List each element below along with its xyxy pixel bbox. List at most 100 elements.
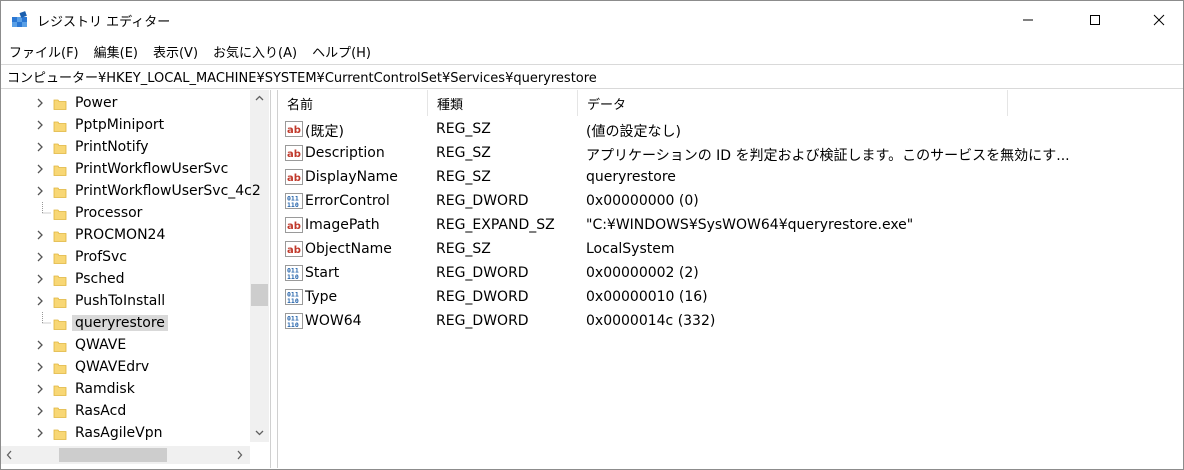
tree-item-label[interactable]: ProfSvc bbox=[75, 249, 127, 265]
expand-chevron-icon[interactable] bbox=[35, 163, 45, 175]
tree-vertical-scrollbar[interactable] bbox=[250, 90, 269, 442]
tree-item-label[interactable]: PROCMON24 bbox=[75, 227, 165, 243]
value-name: (既定) bbox=[305, 124, 344, 140]
value-data: 0x00000000 (0) bbox=[586, 193, 699, 209]
svg-text:110: 110 bbox=[287, 297, 299, 305]
expand-chevron-icon[interactable] bbox=[35, 229, 45, 241]
binary-value-icon: 011 110 bbox=[285, 264, 303, 282]
svg-text:ab: ab bbox=[287, 149, 301, 160]
tree-item[interactable]: RasAcd bbox=[1, 400, 251, 422]
menu-file[interactable]: ファイル(F) bbox=[9, 42, 79, 61]
tree-item-label[interactable]: Psched bbox=[75, 271, 125, 287]
value-row[interactable]: ab DisplayName REG_SZ queryrestore bbox=[278, 165, 1183, 189]
tree-item-label[interactable]: QWAVEdrv bbox=[75, 359, 149, 375]
tree-item[interactable]: RasAgileVpn bbox=[1, 422, 251, 444]
expand-chevron-icon[interactable] bbox=[35, 119, 45, 131]
tree-item[interactable]: Processor bbox=[1, 202, 251, 224]
tree-item[interactable]: PrintWorkflowUserSvc_4c2 bbox=[1, 180, 261, 202]
tree-item-label[interactable]: Power bbox=[75, 95, 117, 111]
value-row[interactable]: 011 110 ErrorControl REG_DWORD 0x00000000 (0… bbox=[278, 189, 1183, 213]
value-row[interactable]: 011 110 Start REG_DWORD 0x00000002 (2) bbox=[278, 261, 1183, 285]
value-row[interactable]: ab Description REG_SZ アプリケーションの ID を判定および検証… bbox=[278, 141, 1183, 165]
tree-item[interactable]: ProfSvc bbox=[1, 246, 251, 268]
tree-item[interactable]: PrintWorkflowUserSvc bbox=[1, 158, 251, 180]
column-header-name[interactable]: 名前 bbox=[278, 90, 428, 116]
address-path[interactable]: コンピューター¥HKEY_LOCAL_MACHINE¥SYSTEM¥Curren… bbox=[7, 67, 597, 86]
title-bar[interactable]: レジストリ エディター bbox=[1, 1, 1183, 39]
menu-favorites[interactable]: お気に入り(A) bbox=[213, 42, 297, 61]
tree-connector-line bbox=[42, 202, 51, 224]
tree-item-label[interactable]: Processor bbox=[75, 205, 142, 221]
scroll-right-icon[interactable] bbox=[231, 446, 248, 464]
folder-icon bbox=[53, 185, 67, 199]
tree-item-label[interactable]: PrintWorkflowUserSvc_4c2 bbox=[75, 183, 261, 199]
tree-item-label[interactable]: PrintNotify bbox=[75, 139, 149, 155]
expand-chevron-icon[interactable] bbox=[35, 185, 45, 197]
tree-item[interactable]: Psched bbox=[1, 268, 251, 290]
svg-text:ab: ab bbox=[287, 245, 301, 256]
expand-chevron-icon[interactable] bbox=[35, 427, 45, 439]
maximize-button[interactable] bbox=[1072, 1, 1118, 39]
tree-item-label[interactable]: queryrestore bbox=[72, 315, 168, 331]
expand-chevron-icon[interactable] bbox=[35, 361, 45, 373]
minimize-button[interactable] bbox=[1005, 1, 1051, 39]
value-row[interactable]: ab (既定) REG_SZ (値の設定なし) bbox=[278, 117, 1183, 141]
expand-chevron-icon[interactable] bbox=[35, 383, 45, 395]
column-header-type[interactable]: 種類 bbox=[428, 90, 578, 116]
expand-chevron-icon[interactable] bbox=[35, 339, 45, 351]
tree-connector-line bbox=[42, 312, 51, 334]
scroll-left-icon[interactable] bbox=[1, 446, 18, 464]
value-row[interactable]: 011 110 Type REG_DWORD 0x00000010 (16) bbox=[278, 285, 1183, 309]
tree-item[interactable]: PptpMiniport bbox=[1, 114, 251, 136]
address-bar[interactable]: コンピューター¥HKEY_LOCAL_MACHINE¥SYSTEM¥Curren… bbox=[1, 64, 1183, 89]
folder-icon bbox=[53, 405, 67, 419]
value-row[interactable]: ab ImagePath REG_EXPAND_SZ "C:¥WINDOWS¥SysW… bbox=[278, 213, 1183, 237]
menu-edit[interactable]: 編集(E) bbox=[94, 42, 138, 61]
expand-chevron-icon[interactable] bbox=[35, 251, 45, 263]
scroll-down-icon[interactable] bbox=[250, 425, 269, 442]
svg-text:110: 110 bbox=[287, 321, 299, 329]
tree-item[interactable]: queryrestore bbox=[1, 312, 251, 334]
tree-item-label[interactable]: PushToInstall bbox=[75, 293, 165, 309]
tree-item-label[interactable]: PptpMiniport bbox=[75, 117, 164, 133]
expand-chevron-icon[interactable] bbox=[35, 295, 45, 307]
value-row[interactable]: 011 110 WOW64 REG_DWORD 0x0000014c (332) bbox=[278, 309, 1183, 333]
tree-item-label[interactable]: Ramdisk bbox=[75, 381, 135, 397]
folder-icon bbox=[53, 119, 67, 133]
close-button[interactable] bbox=[1136, 1, 1182, 39]
tree-horizontal-scrollbar[interactable] bbox=[1, 446, 250, 464]
string-value-icon: ab bbox=[285, 240, 303, 258]
tree-item-label[interactable]: RasAcd bbox=[75, 403, 126, 419]
value-name: DisplayName bbox=[305, 169, 398, 185]
binary-value-icon: 011 110 bbox=[285, 312, 303, 330]
tree-vertical-scroll-thumb[interactable] bbox=[251, 284, 268, 306]
maximize-icon bbox=[1090, 15, 1100, 25]
expand-chevron-icon[interactable] bbox=[35, 273, 45, 285]
close-icon bbox=[1153, 14, 1165, 26]
tree-item[interactable]: Ramdisk bbox=[1, 378, 251, 400]
value-data: (値の設定なし) bbox=[586, 124, 681, 140]
expand-chevron-icon[interactable] bbox=[35, 141, 45, 153]
value-data: LocalSystem bbox=[586, 241, 675, 257]
tree-item-label[interactable]: QWAVE bbox=[75, 337, 126, 353]
value-row[interactable]: ab ObjectName REG_SZ LocalSystem bbox=[278, 237, 1183, 261]
tree-item-label[interactable]: RasAgileVpn bbox=[75, 425, 163, 441]
expand-chevron-icon[interactable] bbox=[35, 405, 45, 417]
tree-item[interactable]: Power bbox=[1, 92, 251, 114]
column-header-data[interactable]: データ bbox=[578, 90, 1008, 116]
tree-item[interactable]: QWAVE bbox=[1, 334, 251, 356]
folder-icon bbox=[53, 97, 67, 111]
menu-view[interactable]: 表示(V) bbox=[153, 42, 198, 61]
tree-horizontal-scroll-thumb[interactable] bbox=[59, 448, 167, 462]
tree-item-label[interactable]: PrintWorkflowUserSvc bbox=[75, 161, 228, 177]
tree-item[interactable]: PushToInstall bbox=[1, 290, 251, 312]
string-value-icon: ab bbox=[285, 120, 303, 138]
value-type: REG_SZ bbox=[436, 145, 491, 161]
tree-item[interactable]: PrintNotify bbox=[1, 136, 251, 158]
expand-chevron-icon[interactable] bbox=[35, 97, 45, 109]
folder-icon bbox=[53, 207, 67, 221]
tree-item[interactable]: QWAVEdrv bbox=[1, 356, 251, 378]
scroll-up-icon[interactable] bbox=[250, 90, 269, 107]
menu-help[interactable]: ヘルプ(H) bbox=[312, 42, 371, 61]
tree-item[interactable]: PROCMON24 bbox=[1, 224, 251, 246]
